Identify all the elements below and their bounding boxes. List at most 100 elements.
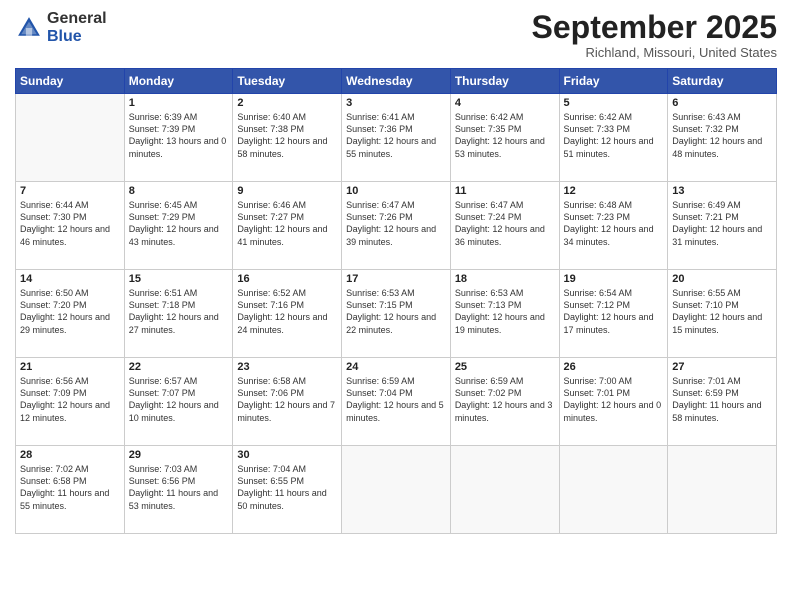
day-number: 19 xyxy=(564,273,664,285)
day-number: 24 xyxy=(346,361,446,373)
table-row: 22 Sunrise: 6:57 AMSunset: 7:07 PMDaylig… xyxy=(124,358,233,446)
col-thursday: Thursday xyxy=(450,69,559,94)
day-detail: Sunrise: 6:56 AMSunset: 7:09 PMDaylight:… xyxy=(20,375,120,424)
day-number: 8 xyxy=(129,185,229,197)
day-detail: Sunrise: 7:02 AMSunset: 6:58 PMDaylight:… xyxy=(20,463,120,512)
calendar-header-row: Sunday Monday Tuesday Wednesday Thursday… xyxy=(16,69,777,94)
table-row xyxy=(559,446,668,534)
table-row: 9 Sunrise: 6:46 AMSunset: 7:27 PMDayligh… xyxy=(233,182,342,270)
table-row: 14 Sunrise: 6:50 AMSunset: 7:20 PMDaylig… xyxy=(16,270,125,358)
day-detail: Sunrise: 6:57 AMSunset: 7:07 PMDaylight:… xyxy=(129,375,229,424)
table-row: 29 Sunrise: 7:03 AMSunset: 6:56 PMDaylig… xyxy=(124,446,233,534)
day-detail: Sunrise: 6:47 AMSunset: 7:24 PMDaylight:… xyxy=(455,199,555,248)
calendar: Sunday Monday Tuesday Wednesday Thursday… xyxy=(15,68,777,534)
logo-blue: Blue xyxy=(47,28,82,45)
table-row: 21 Sunrise: 6:56 AMSunset: 7:09 PMDaylig… xyxy=(16,358,125,446)
day-detail: Sunrise: 7:03 AMSunset: 6:56 PMDaylight:… xyxy=(129,463,229,512)
col-wednesday: Wednesday xyxy=(342,69,451,94)
calendar-week-row: 14 Sunrise: 6:50 AMSunset: 7:20 PMDaylig… xyxy=(16,270,777,358)
day-number: 18 xyxy=(455,273,555,285)
day-detail: Sunrise: 6:55 AMSunset: 7:10 PMDaylight:… xyxy=(672,287,772,336)
col-friday: Friday xyxy=(559,69,668,94)
day-number: 22 xyxy=(129,361,229,373)
day-detail: Sunrise: 6:54 AMSunset: 7:12 PMDaylight:… xyxy=(564,287,664,336)
day-detail: Sunrise: 6:46 AMSunset: 7:27 PMDaylight:… xyxy=(237,199,337,248)
table-row: 17 Sunrise: 6:53 AMSunset: 7:15 PMDaylig… xyxy=(342,270,451,358)
day-number: 5 xyxy=(564,97,664,109)
table-row: 27 Sunrise: 7:01 AMSunset: 6:59 PMDaylig… xyxy=(668,358,777,446)
table-row: 23 Sunrise: 6:58 AMSunset: 7:06 PMDaylig… xyxy=(233,358,342,446)
table-row: 5 Sunrise: 6:42 AMSunset: 7:33 PMDayligh… xyxy=(559,94,668,182)
table-row: 16 Sunrise: 6:52 AMSunset: 7:16 PMDaylig… xyxy=(233,270,342,358)
day-number: 13 xyxy=(672,185,772,197)
table-row: 3 Sunrise: 6:41 AMSunset: 7:36 PMDayligh… xyxy=(342,94,451,182)
day-number: 28 xyxy=(20,449,120,461)
day-number: 12 xyxy=(564,185,664,197)
location: Richland, Missouri, United States xyxy=(532,45,777,60)
day-number: 20 xyxy=(672,273,772,285)
day-detail: Sunrise: 6:49 AMSunset: 7:21 PMDaylight:… xyxy=(672,199,772,248)
table-row: 10 Sunrise: 6:47 AMSunset: 7:26 PMDaylig… xyxy=(342,182,451,270)
day-detail: Sunrise: 6:39 AMSunset: 7:39 PMDaylight:… xyxy=(129,111,229,160)
header: General Blue September 2025 Richland, Mi… xyxy=(15,10,777,60)
table-row xyxy=(450,446,559,534)
table-row: 18 Sunrise: 6:53 AMSunset: 7:13 PMDaylig… xyxy=(450,270,559,358)
table-row: 2 Sunrise: 6:40 AMSunset: 7:38 PMDayligh… xyxy=(233,94,342,182)
day-number: 1 xyxy=(129,97,229,109)
calendar-week-row: 21 Sunrise: 6:56 AMSunset: 7:09 PMDaylig… xyxy=(16,358,777,446)
day-detail: Sunrise: 6:48 AMSunset: 7:23 PMDaylight:… xyxy=(564,199,664,248)
day-number: 6 xyxy=(672,97,772,109)
table-row: 28 Sunrise: 7:02 AMSunset: 6:58 PMDaylig… xyxy=(16,446,125,534)
day-number: 21 xyxy=(20,361,120,373)
day-detail: Sunrise: 6:44 AMSunset: 7:30 PMDaylight:… xyxy=(20,199,120,248)
page-container: General Blue September 2025 Richland, Mi… xyxy=(0,0,792,544)
day-number: 17 xyxy=(346,273,446,285)
day-detail: Sunrise: 6:41 AMSunset: 7:36 PMDaylight:… xyxy=(346,111,446,160)
day-detail: Sunrise: 7:01 AMSunset: 6:59 PMDaylight:… xyxy=(672,375,772,424)
day-number: 9 xyxy=(237,185,337,197)
table-row xyxy=(16,94,125,182)
table-row: 7 Sunrise: 6:44 AMSunset: 7:30 PMDayligh… xyxy=(16,182,125,270)
table-row: 12 Sunrise: 6:48 AMSunset: 7:23 PMDaylig… xyxy=(559,182,668,270)
day-number: 3 xyxy=(346,97,446,109)
day-detail: Sunrise: 7:04 AMSunset: 6:55 PMDaylight:… xyxy=(237,463,337,512)
table-row: 6 Sunrise: 6:43 AMSunset: 7:32 PMDayligh… xyxy=(668,94,777,182)
table-row: 24 Sunrise: 6:59 AMSunset: 7:04 PMDaylig… xyxy=(342,358,451,446)
day-detail: Sunrise: 7:00 AMSunset: 7:01 PMDaylight:… xyxy=(564,375,664,424)
day-number: 26 xyxy=(564,361,664,373)
calendar-week-row: 7 Sunrise: 6:44 AMSunset: 7:30 PMDayligh… xyxy=(16,182,777,270)
day-number: 7 xyxy=(20,185,120,197)
table-row: 1 Sunrise: 6:39 AMSunset: 7:39 PMDayligh… xyxy=(124,94,233,182)
day-detail: Sunrise: 6:52 AMSunset: 7:16 PMDaylight:… xyxy=(237,287,337,336)
day-number: 30 xyxy=(237,449,337,461)
day-number: 10 xyxy=(346,185,446,197)
col-tuesday: Tuesday xyxy=(233,69,342,94)
day-number: 23 xyxy=(237,361,337,373)
logo-text: General Blue xyxy=(47,10,107,45)
day-detail: Sunrise: 6:59 AMSunset: 7:02 PMDaylight:… xyxy=(455,375,555,424)
day-number: 29 xyxy=(129,449,229,461)
table-row: 26 Sunrise: 7:00 AMSunset: 7:01 PMDaylig… xyxy=(559,358,668,446)
day-number: 4 xyxy=(455,97,555,109)
day-number: 16 xyxy=(237,273,337,285)
month-title: September 2025 xyxy=(532,10,777,45)
day-number: 11 xyxy=(455,185,555,197)
day-detail: Sunrise: 6:42 AMSunset: 7:33 PMDaylight:… xyxy=(564,111,664,160)
table-row: 8 Sunrise: 6:45 AMSunset: 7:29 PMDayligh… xyxy=(124,182,233,270)
day-detail: Sunrise: 6:53 AMSunset: 7:15 PMDaylight:… xyxy=(346,287,446,336)
day-detail: Sunrise: 6:53 AMSunset: 7:13 PMDaylight:… xyxy=(455,287,555,336)
table-row: 11 Sunrise: 6:47 AMSunset: 7:24 PMDaylig… xyxy=(450,182,559,270)
day-detail: Sunrise: 6:51 AMSunset: 7:18 PMDaylight:… xyxy=(129,287,229,336)
table-row: 30 Sunrise: 7:04 AMSunset: 6:55 PMDaylig… xyxy=(233,446,342,534)
logo-general: General xyxy=(47,10,107,27)
day-detail: Sunrise: 6:45 AMSunset: 7:29 PMDaylight:… xyxy=(129,199,229,248)
table-row: 19 Sunrise: 6:54 AMSunset: 7:12 PMDaylig… xyxy=(559,270,668,358)
table-row: 13 Sunrise: 6:49 AMSunset: 7:21 PMDaylig… xyxy=(668,182,777,270)
table-row: 15 Sunrise: 6:51 AMSunset: 7:18 PMDaylig… xyxy=(124,270,233,358)
day-number: 2 xyxy=(237,97,337,109)
table-row: 4 Sunrise: 6:42 AMSunset: 7:35 PMDayligh… xyxy=(450,94,559,182)
col-monday: Monday xyxy=(124,69,233,94)
table-row: 25 Sunrise: 6:59 AMSunset: 7:02 PMDaylig… xyxy=(450,358,559,446)
col-sunday: Sunday xyxy=(16,69,125,94)
calendar-week-row: 1 Sunrise: 6:39 AMSunset: 7:39 PMDayligh… xyxy=(16,94,777,182)
